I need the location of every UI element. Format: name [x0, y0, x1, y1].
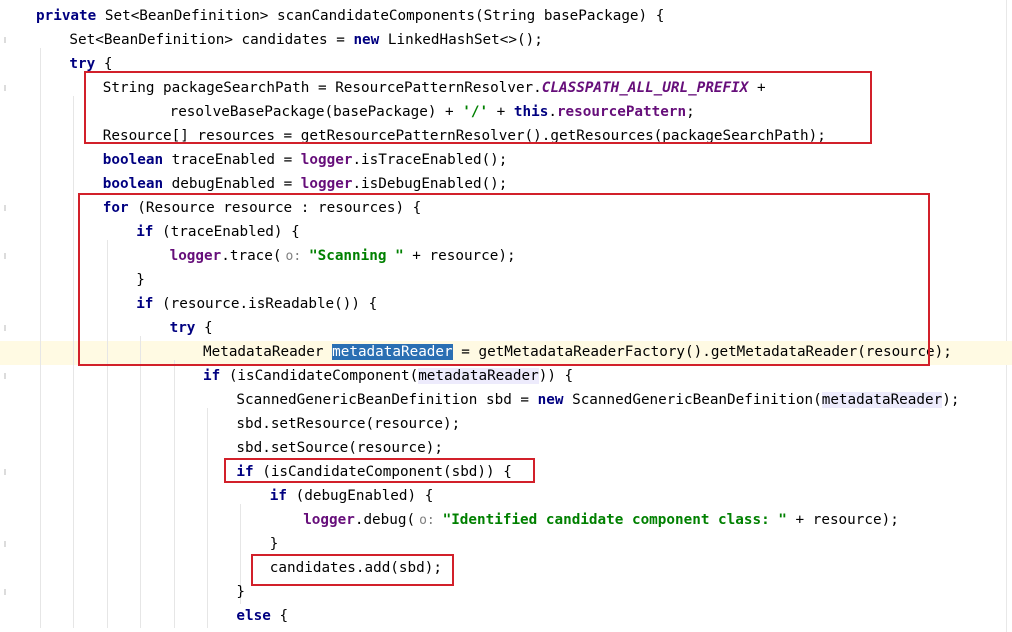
keyword-token: new — [537, 392, 573, 408]
fold-marker-icon[interactable] — [4, 589, 6, 595]
code-line[interactable]: else { — [236, 604, 288, 628]
code-line[interactable]: sbd.setSource(resource); — [236, 436, 443, 460]
code-token: } — [236, 584, 245, 600]
indent-guide — [173, 360, 175, 628]
highlight-box-candidate-check — [224, 458, 535, 483]
indent-guide — [40, 48, 41, 628]
code-token: )) { — [538, 368, 574, 384]
fold-marker-icon[interactable] — [4, 325, 6, 331]
code-editor[interactable]: private Set<BeanDefinition> scanCandidat… — [0, 0, 1012, 632]
code-token: Set<BeanDefinition> candidates = — [69, 32, 354, 48]
code-token: debugEnabled = — [171, 176, 301, 192]
keyword-token: if — [269, 488, 296, 504]
code-token: ); — [942, 392, 960, 408]
code-token: .debug( — [354, 512, 416, 528]
code-line[interactable]: if (isCandidateComponent(metadataReader)… — [203, 364, 573, 388]
right-margin-guide — [1006, 0, 1007, 632]
identifier-usage: metadataReader — [821, 392, 943, 408]
fold-marker-icon[interactable] — [4, 541, 6, 547]
code-line[interactable]: boolean traceEnabled = logger.isTraceEna… — [103, 148, 508, 172]
code-line[interactable]: if (debugEnabled) { — [270, 484, 434, 508]
code-token: sbd.setSource(resource); — [236, 440, 443, 456]
code-token: LinkedHashSet<>(); — [387, 32, 543, 48]
keyword-token: boolean — [102, 152, 172, 168]
code-line[interactable]: } — [236, 580, 245, 604]
string-literal: "Identified candidate component class: " — [442, 512, 787, 528]
code-token: Set<BeanDefinition> scanCandidateCompone… — [104, 8, 665, 24]
indent-guide — [73, 96, 75, 628]
code-line[interactable]: logger.debug(o: "Identified candidate co… — [303, 508, 899, 532]
identifier-usage: metadataReader — [418, 368, 539, 384]
indent-guide — [207, 408, 208, 628]
code-line[interactable]: private Set<BeanDefinition> scanCandidat… — [36, 4, 664, 28]
code-token: ScannedGenericBeanDefinition sbd = — [236, 392, 538, 408]
highlight-box-candidates-add — [251, 554, 454, 586]
fold-marker-icon[interactable] — [4, 373, 6, 379]
fold-marker-icon[interactable] — [4, 253, 6, 259]
code-token: } — [269, 536, 279, 552]
fold-marker-icon[interactable] — [4, 85, 6, 91]
editor-gutter[interactable] — [0, 0, 14, 632]
field-reference: logger — [303, 512, 355, 528]
code-line[interactable]: } — [270, 532, 279, 556]
field-reference: logger — [300, 152, 353, 168]
indent-guide — [140, 336, 142, 628]
code-token: + resource); — [786, 512, 899, 528]
field-reference: logger — [300, 176, 353, 192]
fold-marker-icon[interactable] — [4, 37, 6, 43]
code-token: { — [103, 56, 113, 72]
highlight-box-resource-scan — [84, 71, 872, 144]
keyword-token: new — [353, 32, 388, 48]
code-token: { — [279, 608, 289, 624]
code-token: (isCandidateComponent( — [228, 368, 419, 384]
code-token: ScannedGenericBeanDefinition( — [572, 392, 822, 408]
code-token: (debugEnabled) { — [295, 488, 434, 504]
keyword-token: if — [203, 368, 229, 384]
fold-marker-icon[interactable] — [4, 469, 6, 475]
parameter-hint: o: — [419, 513, 443, 528]
code-token: traceEnabled = — [171, 152, 301, 168]
code-line[interactable]: ScannedGenericBeanDefinition sbd = new S… — [236, 388, 959, 412]
keyword-token: private — [36, 8, 105, 24]
code-token: sbd.setResource(resource); — [236, 416, 461, 432]
keyword-token: else — [236, 608, 280, 624]
code-token: .isDebugEnabled(); — [352, 176, 508, 192]
code-line[interactable]: sbd.setResource(resource); — [236, 412, 460, 436]
code-line[interactable]: Set<BeanDefinition> candidates = new Lin… — [69, 28, 542, 52]
keyword-token: boolean — [102, 176, 172, 192]
keyword-token: try — [69, 56, 104, 72]
fold-marker-icon[interactable] — [4, 205, 6, 211]
code-token: .isTraceEnabled(); — [352, 152, 508, 168]
highlight-box-resource-loop — [78, 193, 930, 366]
